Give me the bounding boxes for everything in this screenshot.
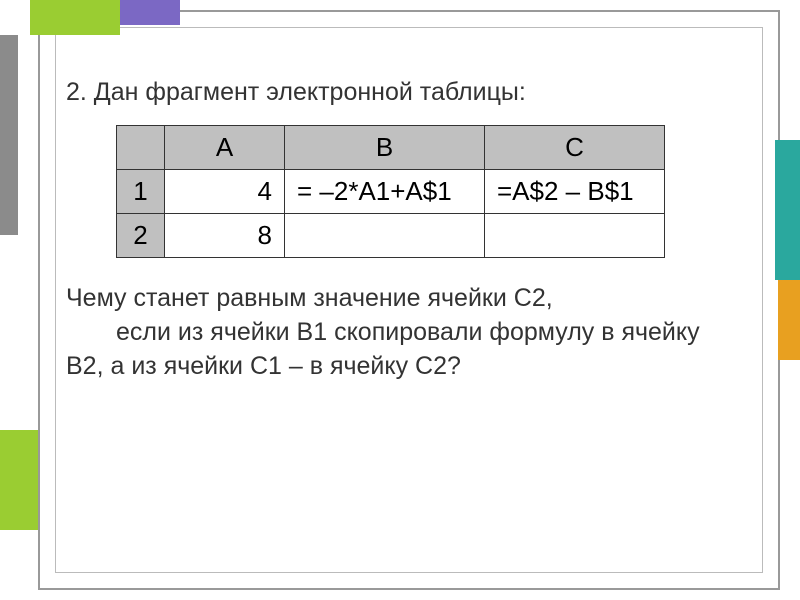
- question-text: Чему станет равным значение ячейки С2, е…: [66, 282, 732, 383]
- decoration-right-teal: [775, 140, 800, 280]
- spreadsheet-table: А В С 1 4 = –2*A1+A$1 =A$2 – B$1 2 8: [116, 125, 665, 258]
- row-header-2: 2: [117, 214, 165, 258]
- cell-b2: [285, 214, 485, 258]
- table-row: 1 4 = –2*A1+A$1 =A$2 – B$1: [117, 170, 665, 214]
- col-header-a: А: [165, 126, 285, 170]
- cell-c2: [485, 214, 665, 258]
- intro-text: 2. Дан фрагмент электронной таблицы:: [66, 78, 732, 107]
- decoration-top-purple: [120, 0, 180, 25]
- cell-b1: = –2*A1+A$1: [285, 170, 485, 214]
- slide-outer-frame: 2. Дан фрагмент электронной таблицы: А В…: [38, 10, 780, 590]
- decoration-left-green: [0, 430, 38, 530]
- decoration-top-green: [30, 0, 120, 35]
- col-header-b: В: [285, 126, 485, 170]
- row-header-1: 1: [117, 170, 165, 214]
- table-row: 2 8: [117, 214, 665, 258]
- slide-inner-frame: 2. Дан фрагмент электронной таблицы: А В…: [55, 27, 763, 573]
- cell-c1: =A$2 – B$1: [485, 170, 665, 214]
- col-header-c: С: [485, 126, 665, 170]
- decoration-left-gray: [0, 35, 18, 235]
- cell-a2: 8: [165, 214, 285, 258]
- header-row: А В С: [117, 126, 665, 170]
- decoration-right-orange: [778, 280, 800, 360]
- question-line-1: Чему станет равным значение ячейки С2,: [66, 284, 553, 312]
- cell-a1: 4: [165, 170, 285, 214]
- corner-cell: [117, 126, 165, 170]
- question-line-2: если из ячейки В1 скопировали формулу в …: [66, 318, 700, 380]
